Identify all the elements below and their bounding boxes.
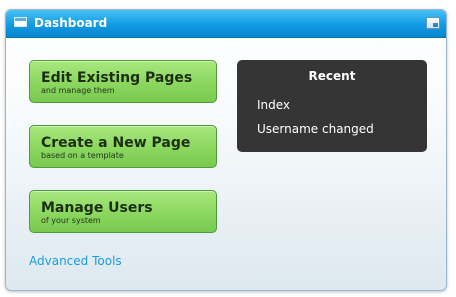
recent-heading: Recent [308,69,356,83]
button-subtitle: based on a template [41,151,124,160]
recent-panel: Recent Index Username changed [237,60,427,152]
button-title: Manage Users [41,200,153,216]
title-bar: Dashboard [6,10,446,38]
dashboard-window: Dashboard Edit Existing Pages and manage… [5,9,447,291]
edit-existing-pages-button[interactable]: Edit Existing Pages and manage them [29,60,217,103]
recent-item-index[interactable]: Index [257,98,290,113]
advanced-tools-link[interactable]: Advanced Tools [29,253,122,269]
window-title: Dashboard [34,16,108,30]
maximize-icon[interactable] [426,17,440,29]
manage-users-button[interactable]: Manage Users of your system [29,190,217,233]
create-new-page-button[interactable]: Create a New Page based on a template [29,125,217,168]
button-subtitle: of your system [41,216,101,225]
button-subtitle: and manage them [41,86,115,95]
window-icon [14,17,27,27]
button-title: Create a New Page [41,135,191,151]
recent-item-username-changed[interactable]: Username changed [257,122,374,137]
button-title: Edit Existing Pages [41,70,193,86]
